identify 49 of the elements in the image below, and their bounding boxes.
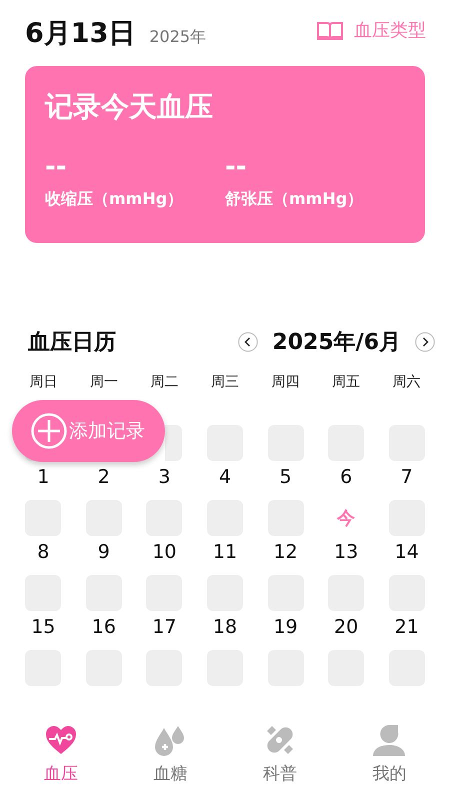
reading-label: 收缩压（mmHg）	[45, 188, 184, 210]
day-number: 11	[212, 540, 238, 565]
day-number: 1	[37, 465, 50, 490]
weekday-label: 周一	[90, 373, 118, 391]
year-label: 2025年	[149, 26, 206, 48]
plus-icon	[31, 413, 67, 449]
blood-pressure-types-link[interactable]: 血压类型	[316, 16, 426, 46]
day-number: 4	[218, 465, 232, 490]
weekday-label: 周六	[392, 373, 421, 391]
tab-item[interactable]: 血糖	[130, 712, 210, 800]
weekday-label: 周四	[272, 373, 300, 391]
day-number: 2	[98, 465, 110, 490]
day-number: 10	[152, 540, 177, 565]
weekday-label: 周二	[150, 373, 178, 391]
day-number: 7	[400, 465, 413, 490]
tab-item[interactable]: 科普	[240, 712, 320, 800]
calendar-title: 血压日历	[28, 329, 116, 357]
book-icon	[316, 20, 344, 42]
day-number: 9	[98, 540, 110, 565]
day-number: 16	[92, 615, 116, 640]
tab-item[interactable]: 血压	[20, 712, 101, 800]
weekday-label: 周日	[29, 373, 58, 391]
day-number: 20	[334, 615, 358, 640]
next-month-button[interactable]	[415, 332, 435, 352]
day-number: 17	[152, 615, 177, 640]
reading-value: --	[225, 152, 247, 182]
day-number: 12	[273, 540, 298, 565]
day-number: 3	[158, 465, 170, 490]
day-number: 5	[280, 465, 292, 490]
previous-month-button[interactable]	[238, 332, 258, 352]
reading-value: --	[45, 152, 67, 182]
tab-item[interactable]: 我的	[349, 712, 430, 800]
day-number: 8	[37, 540, 50, 565]
add-record-button[interactable]: 添加记录	[12, 400, 165, 462]
day-number: 15	[31, 615, 56, 640]
reading-label: 舒张压（mmHg）	[225, 188, 364, 210]
weekday-label: 周三	[210, 373, 239, 391]
person-icon	[371, 722, 408, 758]
month-label: 2025年/6月	[272, 329, 401, 357]
weekday-label: 周五	[332, 373, 360, 391]
day-number: 13	[334, 540, 358, 565]
day-number: 14	[394, 540, 419, 565]
day-slot[interactable]	[165, 425, 182, 461]
day-number: 6	[340, 465, 352, 490]
day-number: 21	[394, 615, 419, 640]
day-number: 18	[212, 615, 238, 640]
card-title: 记录今天血压	[45, 89, 213, 125]
day-number: 19	[273, 615, 298, 640]
date-title: 6月13日	[25, 17, 136, 51]
